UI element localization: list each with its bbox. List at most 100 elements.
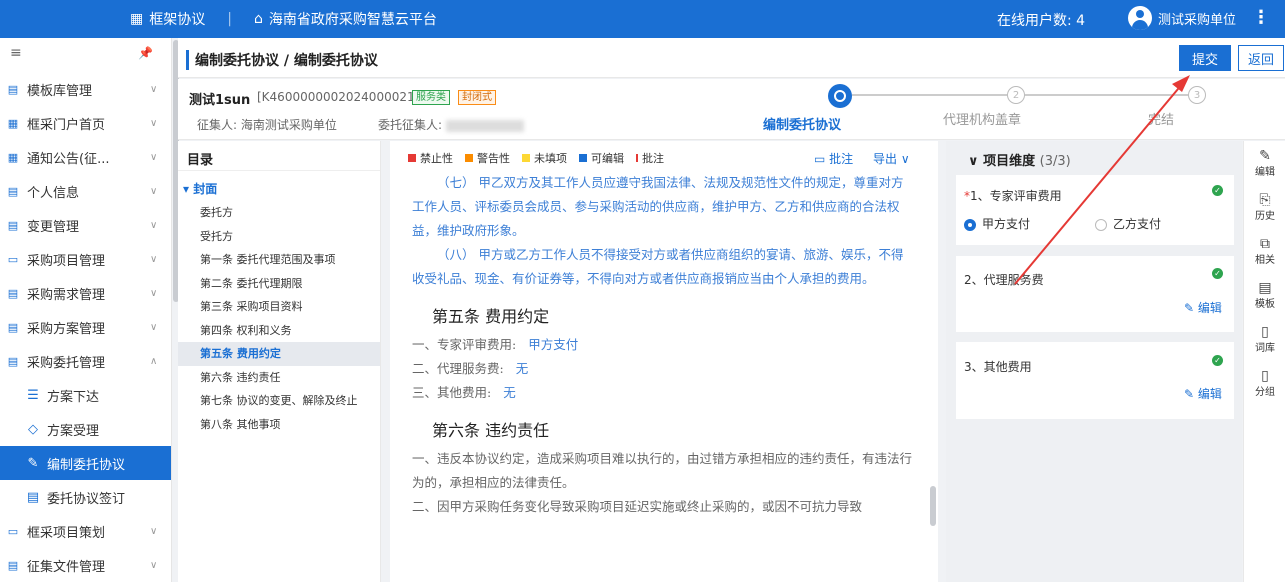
project-title: 测试1sun bbox=[189, 93, 251, 108]
tag-closed: 封闭式 bbox=[458, 90, 496, 105]
chevron-down-icon: ∨ bbox=[150, 525, 158, 537]
step-2-label: 代理机构盖章 bbox=[943, 113, 1022, 128]
sidebar-item-planning[interactable]: ▭ 框采项目策划 ∨ bbox=[0, 514, 171, 548]
sidebar-item-portal[interactable]: ▦ 框采门户首页 ∨ bbox=[0, 106, 171, 140]
back-button[interactable]: 返回 bbox=[1238, 45, 1284, 71]
sidebar-item-label: 框采项目策划 bbox=[27, 525, 106, 541]
collector: 征集人: 海南测试采购单位 bbox=[197, 116, 337, 133]
tool-strip: ✎ 编辑 ⎘ 历史 ⧉ 相关 ▤ 模板 ▯ 词库 ▯ 分组 bbox=[1243, 141, 1285, 582]
tool-lexicon[interactable]: ▯ 词库 bbox=[1244, 325, 1285, 354]
comment-icon: ▭ bbox=[814, 152, 830, 166]
submit-button[interactable]: 提交 bbox=[1179, 45, 1231, 71]
more-icon[interactable]: ⋮ bbox=[1252, 7, 1270, 28]
toc-item-active[interactable]: 第五条 费用约定 bbox=[178, 342, 380, 366]
sidebar-item-label: 方案受理 bbox=[47, 423, 100, 439]
chevron-down-icon: ∨ bbox=[968, 154, 984, 169]
step-2: 2 bbox=[1007, 86, 1025, 104]
sidebar-item-label: 采购项目管理 bbox=[27, 253, 106, 269]
project-info: 测试1sun [K4600000002024000021] 服务类 封闭式 征集… bbox=[178, 79, 1285, 140]
toc-item[interactable]: 委托方 bbox=[178, 201, 380, 225]
fee-value[interactable]: 甲方支付 bbox=[528, 337, 578, 352]
sidebar-item-docs[interactable]: ▤ 征集文件管理 ∨ bbox=[0, 548, 171, 582]
dimension-header[interactable]: ∨ 项目维度 (3/3) bbox=[968, 150, 1071, 169]
divider: | bbox=[227, 11, 232, 27]
radio-option-b[interactable]: 乙方支付 bbox=[1095, 215, 1161, 232]
sidebar-item-label: 采购方案管理 bbox=[27, 321, 106, 337]
sidebar-sub-issue[interactable]: ☰ 方案下达 bbox=[0, 378, 171, 412]
toc-item[interactable]: 第七条 协议的变更、解除及终止 bbox=[178, 389, 380, 413]
sidebar-item-template[interactable]: ▤ 模板库管理 ∨ bbox=[0, 72, 171, 106]
online-count: 4 bbox=[1076, 13, 1086, 29]
toc-item[interactable]: 第二条 委托代理期限 bbox=[178, 272, 380, 296]
legend-item: 未填项 bbox=[522, 150, 567, 166]
document-body: （七） 甲乙双方及其工作人员应遵守我国法律、法规及规范性文件的规定，尊重对方工作… bbox=[412, 171, 912, 519]
sidebar-sub-accept[interactable]: ◇ 方案受理 bbox=[0, 412, 171, 446]
tag-service: 服务类 bbox=[412, 90, 450, 105]
module-name[interactable]: 框架协议 bbox=[149, 9, 205, 29]
radio-icon bbox=[1095, 218, 1107, 231]
toc-item[interactable]: 受托方 bbox=[178, 225, 380, 249]
list-icon: ☰ bbox=[27, 387, 39, 403]
breach-1: 一、违反本协议约定，造成采购项目难以执行的，由过错方承担相应的违约责任，有违法行… bbox=[412, 451, 913, 490]
sidebar-sub-draft[interactable]: ✎ 编制委托协议 bbox=[0, 446, 171, 480]
grid-icon: ▦ bbox=[7, 150, 19, 164]
section-6-title: 第六条 违约责任 bbox=[432, 421, 550, 440]
doc-icon: ▤ bbox=[7, 558, 19, 572]
group-icon: ▯ bbox=[1261, 368, 1269, 384]
fee-item: 三、其他费用: 无 bbox=[412, 385, 516, 400]
check-icon: ✓ bbox=[1212, 185, 1223, 196]
chevron-down-icon: ∨ bbox=[150, 321, 158, 333]
grid-icon: ▦ bbox=[7, 116, 19, 130]
sidebar-sub-sign[interactable]: ▤ 委托协议签订 bbox=[0, 480, 171, 514]
field-card-3: 3、其他费用 ✓ ✎ 编辑 bbox=[956, 342, 1234, 419]
toc-item[interactable]: 第三条 采购项目资料 bbox=[178, 295, 380, 319]
sidebar-item-plan[interactable]: ▤ 采购方案管理 ∨ bbox=[0, 310, 171, 344]
edit-button[interactable]: ✎ 编辑 bbox=[1184, 385, 1222, 402]
fee-value[interactable]: 无 bbox=[503, 385, 516, 400]
toc-title: 目录 bbox=[178, 141, 380, 171]
sidebar-item-demand[interactable]: ▤ 采购需求管理 ∨ bbox=[0, 276, 171, 310]
sidebar-item-profile[interactable]: ▤ 个人信息 ∨ bbox=[0, 174, 171, 208]
chevron-down-icon: ∨ bbox=[150, 151, 158, 163]
dimension-panel: ∨ 项目维度 (3/3) *1、专家评审费用 ✓ 甲方支付 乙方支付 2、代理服… bbox=[946, 141, 1242, 582]
document-scrollbar[interactable] bbox=[930, 486, 936, 526]
legend-item: 批注 bbox=[636, 150, 664, 166]
entrust-label: 委托征集人: bbox=[378, 118, 443, 132]
user-menu[interactable]: 测试采购单位 bbox=[1128, 6, 1236, 30]
comment-button[interactable]: ▭ 批注 bbox=[814, 152, 853, 166]
edit-button[interactable]: ✎ 编辑 bbox=[1184, 299, 1222, 316]
sidebar-item-label: 委托协议签订 bbox=[47, 491, 126, 507]
top-bar: ▦ 框架协议 | ⌂ 海南省政府采购智慧云平台 在线用户数: 4 测试采购单位 … bbox=[0, 0, 1285, 38]
platform-name[interactable]: 海南省政府采购智慧云平台 bbox=[269, 9, 437, 29]
radio-option-a[interactable]: 甲方支付 bbox=[964, 215, 1030, 232]
tool-edit[interactable]: ✎ 编辑 bbox=[1244, 149, 1285, 178]
sidebar-item-notice[interactable]: ▦ 通知公告(征... ∨ bbox=[0, 140, 171, 174]
toc-item[interactable]: 第八条 其他事项 bbox=[178, 413, 380, 437]
sidebar-item-entrust[interactable]: ▤ 采购委托管理 ∧ bbox=[0, 344, 171, 378]
sidebar-item-label: 编制委托协议 bbox=[47, 457, 126, 473]
chevron-down-icon: ∨ bbox=[150, 117, 158, 129]
pin-icon[interactable]: 📌 bbox=[138, 46, 153, 60]
tool-template[interactable]: ▤ 模板 bbox=[1244, 281, 1285, 310]
pencil-icon: ✎ bbox=[1184, 387, 1195, 401]
sidebar-item-label: 征集文件管理 bbox=[27, 559, 106, 575]
clause-8: （八） 甲方或乙方工作人员不得接受对方或者供应商组织的宴请、旅游、娱乐，不得收受… bbox=[412, 247, 904, 286]
folder-icon: ▭ bbox=[7, 252, 19, 266]
legend-item: 禁止性 bbox=[408, 150, 453, 166]
tool-group[interactable]: ▯ 分组 bbox=[1244, 369, 1285, 398]
menu-icon[interactable]: ≡ bbox=[10, 45, 22, 61]
home-icon: ⌂ bbox=[253, 11, 263, 27]
toc-group[interactable]: ▾ 封面 bbox=[178, 171, 380, 201]
toc-item[interactable]: 第四条 权利和义务 bbox=[178, 319, 380, 343]
toc-item[interactable]: 第一条 委托代理范围及事项 bbox=[178, 248, 380, 272]
chevron-down-icon: ∨ bbox=[150, 219, 158, 231]
tool-history[interactable]: ⎘ 历史 bbox=[1244, 193, 1285, 222]
sidebar-item-change[interactable]: ▤ 变更管理 ∨ bbox=[0, 208, 171, 242]
tool-related[interactable]: ⧉ 相关 bbox=[1244, 237, 1285, 266]
book-icon: ▯ bbox=[1261, 324, 1269, 340]
sidebar-item-label: 采购需求管理 bbox=[27, 287, 106, 303]
toc-item[interactable]: 第六条 违约责任 bbox=[178, 366, 380, 390]
fee-value[interactable]: 无 bbox=[516, 361, 529, 376]
sidebar-item-project[interactable]: ▭ 采购项目管理 ∨ bbox=[0, 242, 171, 276]
export-button[interactable]: 导出 ∨ bbox=[873, 152, 910, 166]
